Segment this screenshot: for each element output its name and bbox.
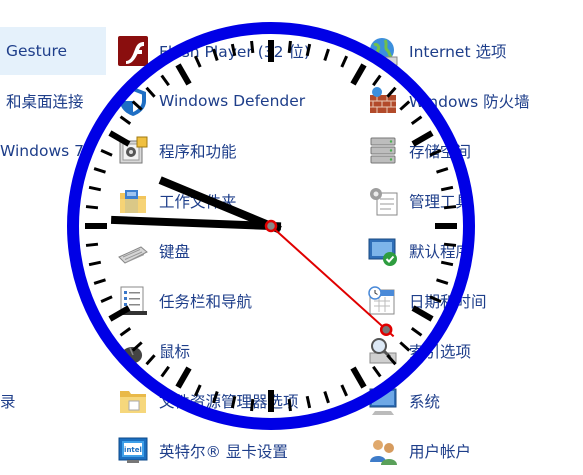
programs-and-features-icon	[119, 136, 148, 164]
cp-item-mouse[interactable]: 鼠标	[117, 327, 190, 375]
cp-item-gesture[interactable]: Gesture	[0, 27, 106, 75]
cp-item-file-explorer-options[interactable]: 文件资源管理器选项	[117, 377, 299, 425]
system-icon	[369, 388, 397, 415]
cp-item-label: 日期和时间	[409, 293, 487, 311]
cp-item-date-time[interactable]: 日期和时间	[367, 277, 487, 325]
cp-item-label: 默认程序	[409, 243, 472, 261]
clock-minute-tick	[305, 395, 312, 409]
windows-firewall-icon	[370, 87, 396, 113]
cp-item-label: 存储空间	[409, 143, 472, 161]
cp-item-intel-graphics[interactable]: intel 英特尔® 显卡设置	[117, 427, 288, 475]
clock-center-pin	[264, 219, 278, 233]
clock-minute-tick	[93, 278, 106, 285]
windows-defender-icon	[120, 87, 146, 116]
flash-player-icon	[118, 36, 148, 66]
cp-item-label: Windows 7	[0, 142, 84, 160]
file-explorer-options-icon	[120, 391, 146, 413]
cp-item-label: 英特尔® 显卡设置	[159, 443, 288, 461]
clock-minute-tick	[85, 242, 99, 247]
cp-item-windows7[interactable]: Windows 7	[0, 127, 106, 175]
cp-item-label: Windows Defender	[159, 92, 306, 110]
clock-minute-tick	[323, 391, 330, 404]
cp-item-indexing-options[interactable]: 索引选项	[367, 327, 471, 375]
cp-item-label: Internet 选项	[409, 43, 507, 61]
cp-item-windows-defender[interactable]: Windows Defender	[117, 77, 305, 125]
taskbar-navigation-icon	[119, 286, 147, 315]
cp-item-label: 系统	[409, 393, 441, 411]
clock-minute-tick	[340, 55, 349, 68]
svg-text:intel: intel	[124, 446, 142, 454]
cp-item-label: 程序和功能	[159, 143, 237, 161]
mouse-icon	[120, 347, 143, 364]
clock-hour-tick	[350, 366, 367, 389]
cp-item-label: 任务栏和导航	[159, 293, 253, 311]
cp-item-taskbar-navigation[interactable]: 任务栏和导航	[117, 277, 252, 325]
cp-item-storage-spaces[interactable]: 存储空间	[367, 127, 471, 175]
clock-minute-tick	[340, 384, 349, 397]
clock-minute-tick	[85, 205, 99, 210]
intel-graphics-icon: intel	[118, 437, 148, 463]
user-accounts-icon	[370, 440, 397, 465]
cp-item-recovery[interactable]: 录	[0, 377, 106, 425]
cp-item-administrative-tools[interactable]: 管理工具	[367, 177, 471, 225]
cp-item-label: 索引选项	[409, 343, 472, 361]
work-folders-icon	[120, 190, 146, 213]
cp-item-user-accounts[interactable]: 用户帐户	[367, 427, 471, 475]
administrative-tools-icon	[370, 188, 398, 216]
cp-item-work-folders[interactable]: 工作文件夹	[117, 177, 237, 225]
cp-item-flash-player[interactable]: Flash Player (32 位)	[117, 27, 310, 75]
cp-item-programs-and-features[interactable]: 程序和功能	[117, 127, 237, 175]
clock-minute-tick	[88, 260, 102, 267]
clock-minute-tick	[323, 48, 330, 61]
default-programs-icon	[368, 238, 397, 266]
cp-item-label: Gesture	[6, 42, 68, 60]
cp-item-windows-firewall[interactable]: Windows 防火墙	[367, 77, 530, 125]
clock-minute-tick	[100, 295, 113, 304]
cp-item-keyboard[interactable]: 键盘	[117, 227, 190, 275]
cp-item-label: 用户帐户	[409, 443, 472, 461]
cp-item-label: 鼠标	[159, 343, 191, 361]
cp-item-label: Windows 防火墙	[409, 93, 530, 111]
keyboard-icon	[118, 246, 148, 264]
date-time-icon	[368, 286, 395, 315]
storage-spaces-icon	[370, 137, 396, 164]
clock-hour-tick	[350, 63, 367, 86]
cp-item-remote-desktop[interactable]: 和桌面连接	[0, 77, 106, 125]
cp-item-default-programs[interactable]: 默认程序	[367, 227, 471, 275]
clock-minute-tick	[88, 185, 102, 192]
cp-item-label: 键盘	[159, 243, 191, 261]
indexing-options-icon	[369, 338, 397, 364]
cp-item-label: 工作文件夹	[159, 193, 237, 211]
cp-item-internet-options[interactable]: Internet 选项	[367, 27, 506, 75]
cp-item-label: 文件资源管理器选项	[159, 393, 299, 411]
internet-options-icon	[370, 38, 398, 66]
cp-item-label: 和桌面连接	[6, 93, 84, 111]
cp-item-label: 录	[0, 393, 16, 411]
cp-item-label: 管理工具	[409, 193, 472, 211]
cp-item-system[interactable]: 系统	[367, 377, 440, 425]
cp-item-label: Flash Player (32 位)	[159, 43, 310, 61]
